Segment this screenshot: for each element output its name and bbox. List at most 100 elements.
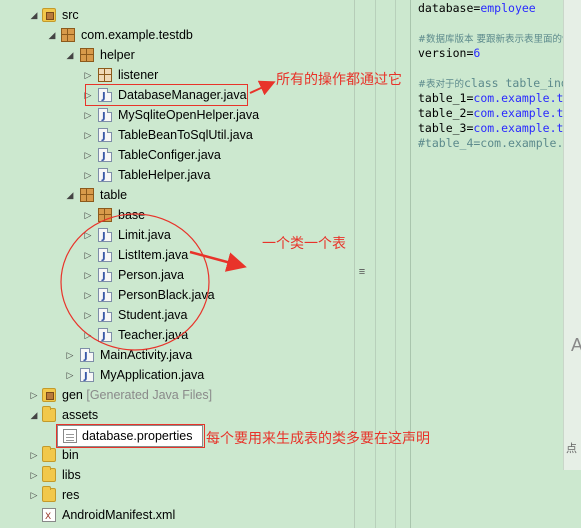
- folder-icon: [42, 446, 56, 462]
- tree-item-label: AndroidManifest.xml: [62, 508, 176, 522]
- java-file-icon: [98, 147, 112, 167]
- tree-item-gen[interactable]: ▷ gen [Generated Java Files]: [0, 385, 340, 405]
- annotation-box-database-properties: [56, 424, 205, 448]
- source-folder-icon: [42, 8, 56, 22]
- tree-item-label: TableConfiger.java: [118, 148, 221, 162]
- comment-text: class table_ind: [463, 76, 563, 90]
- editor-ruler: [410, 0, 411, 528]
- collapse-arrow-icon[interactable]: ▷: [82, 285, 94, 305]
- collapse-arrow-icon[interactable]: ▷: [82, 225, 94, 245]
- java-file-icon: [98, 227, 112, 247]
- gen-suffix-label: [Generated Java Files]: [86, 388, 213, 402]
- tree-item-label: assets: [62, 408, 99, 422]
- tree-item-label: table: [100, 188, 128, 202]
- xml-file-icon: [42, 507, 56, 527]
- collapse-arrow-icon[interactable]: ▷: [28, 445, 40, 465]
- collapse-arrow-icon[interactable]: ▷: [82, 245, 94, 265]
- collapse-arrow-icon[interactable]: ▷: [82, 265, 94, 285]
- tree-item-label: Student.java: [118, 308, 188, 322]
- expand-arrow-icon[interactable]: ◢: [64, 45, 76, 65]
- package-icon: [98, 208, 112, 222]
- side-panel-glyph: 点: [566, 443, 577, 455]
- tree-item-package-root[interactable]: ◢ com.example.testdb: [0, 25, 340, 45]
- annotation-box-database-manager: [85, 84, 248, 106]
- collapse-arrow-icon[interactable]: ▷: [82, 325, 94, 345]
- tree-item-my-application[interactable]: ▷ MyApplication.java: [0, 365, 340, 387]
- tree-item-label: gen [Generated Java Files]: [62, 385, 212, 405]
- collapse-arrow-icon[interactable]: ▷: [64, 345, 76, 365]
- property-value: 6: [473, 46, 481, 60]
- tree-item-src[interactable]: ◢ src: [0, 5, 340, 25]
- tree-item-helper[interactable]: ◢ helper: [0, 45, 340, 65]
- tree-item-person-black[interactable]: ▷ PersonBlack.java: [0, 285, 340, 307]
- java-file-icon: [80, 347, 94, 367]
- tree-item-table[interactable]: ◢ table: [0, 185, 340, 205]
- tree-item-table-helper[interactable]: ▷ TableHelper.java: [0, 165, 340, 187]
- tree-item-label: MainActivity.java: [100, 348, 193, 362]
- collapse-arrow-icon[interactable]: ▷: [28, 465, 40, 485]
- tree-item-teacher[interactable]: ▷ Teacher.java: [0, 325, 340, 347]
- tree-item-table-configer[interactable]: ▷ TableConfiger.java: [0, 145, 340, 167]
- tree-item-label: TableBeanToSqlUtil.java: [118, 128, 253, 142]
- tree-item-label: Teacher.java: [118, 328, 189, 342]
- collapse-arrow-icon[interactable]: ▷: [64, 365, 76, 385]
- java-file-icon: [98, 287, 112, 307]
- java-file-icon: [80, 367, 94, 387]
- collapse-arrow-icon[interactable]: ▷: [28, 485, 40, 505]
- expand-arrow-icon[interactable]: ◢: [28, 5, 40, 25]
- collapse-arrow-icon[interactable]: ▷: [28, 385, 40, 405]
- tree-item-label: Limit.java: [118, 228, 171, 242]
- tree-item-label: PersonBlack.java: [118, 288, 215, 302]
- collapse-arrow-icon[interactable]: ▷: [82, 125, 94, 145]
- tree-item-label: com.example.testdb: [81, 28, 193, 42]
- tree-item-bin[interactable]: ▷ bin: [0, 445, 340, 465]
- properties-editor[interactable]: database=employee #数据库版本 要跟新表示表里面的ve ver…: [413, 0, 563, 470]
- property-key: table_1: [418, 91, 467, 105]
- editor-bottom-area: [413, 470, 581, 528]
- package-icon: [61, 28, 75, 42]
- annotation-note: 每个要用来生成表的类多要在这声明: [206, 431, 430, 447]
- tree-item-base[interactable]: ▷ base: [0, 205, 340, 225]
- package-icon: [80, 48, 94, 62]
- expand-arrow-icon[interactable]: ◢: [64, 185, 76, 205]
- side-panel-glyph: A: [571, 335, 581, 355]
- editor-line: table_1=com.example.t: [418, 91, 563, 106]
- tree-item-my-sqlite-open-helper[interactable]: ▷ MySqliteOpenHelper.java: [0, 105, 340, 127]
- folder-icon: [42, 466, 56, 482]
- tree-item-label: MyApplication.java: [100, 368, 205, 382]
- property-key: table_2: [418, 106, 467, 120]
- tree-item-label: libs: [62, 468, 81, 482]
- tree-item-person[interactable]: ▷ Person.java: [0, 265, 340, 287]
- tree-item-table-bean-to-sql-util[interactable]: ▷ TableBeanToSqlUtil.java: [0, 125, 340, 147]
- collapse-arrow-icon[interactable]: ▷: [82, 145, 94, 165]
- tree-item-label: listener: [118, 68, 159, 82]
- property-value: com.example.t: [473, 91, 563, 105]
- tree-item-label: src: [62, 8, 79, 22]
- collapse-arrow-icon[interactable]: ▷: [82, 105, 94, 125]
- expand-arrow-icon[interactable]: ◢: [46, 25, 58, 45]
- tree-item-label: res: [62, 488, 80, 502]
- sash-grip-icon[interactable]: ≡: [356, 262, 368, 282]
- collapse-arrow-icon[interactable]: ▷: [82, 165, 94, 185]
- java-file-icon: [98, 107, 112, 127]
- tree-item-main-activity[interactable]: ▷ MainActivity.java: [0, 345, 340, 367]
- property-key: database: [418, 1, 474, 15]
- editor-line: #table_4=com.example.: [418, 136, 563, 151]
- tree-item-label: TableHelper.java: [118, 168, 211, 182]
- comment-text: #表对于的: [418, 79, 464, 90]
- tree-item-label: ListItem.java: [118, 248, 189, 262]
- comment-text: #table_4=com.example.: [418, 136, 563, 150]
- tree-item-android-manifest[interactable]: AndroidManifest.xml: [0, 505, 340, 527]
- editor-line: #表对于的class table_ind: [418, 76, 563, 91]
- tree-item-student[interactable]: ▷ Student.java: [0, 305, 340, 327]
- collapse-arrow-icon[interactable]: ▷: [82, 205, 94, 225]
- collapse-arrow-icon[interactable]: ▷: [82, 305, 94, 325]
- expand-arrow-icon[interactable]: ◢: [28, 405, 40, 425]
- tree-item-assets[interactable]: ◢ assets: [0, 405, 340, 425]
- collapse-arrow-icon[interactable]: ▷: [82, 65, 94, 85]
- tree-item-res[interactable]: ▷ res: [0, 485, 340, 505]
- tree-item-libs[interactable]: ▷ libs: [0, 465, 340, 485]
- property-key: table_3: [418, 121, 467, 135]
- property-value: com.example.t: [473, 106, 563, 120]
- java-file-icon: [98, 267, 112, 287]
